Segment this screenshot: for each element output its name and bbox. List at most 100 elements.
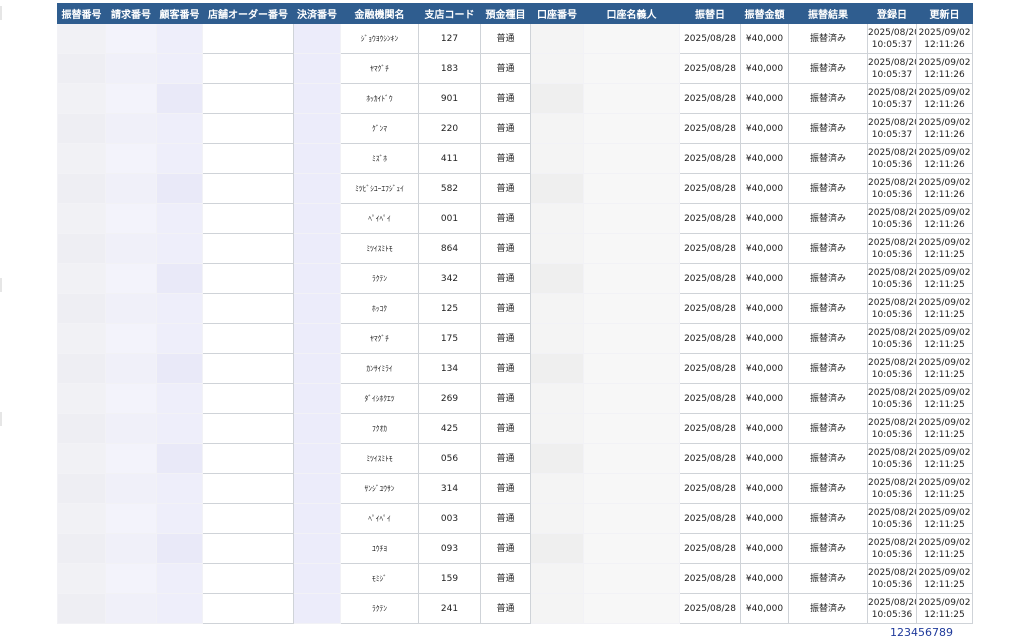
- table-row[interactable]: ﾐﾂﾋﾞｼﾕｰｴﾌｼﾞｪｲ 582 普通 2025/08/28 ¥40,000 振替済み 2…: [57, 173, 973, 204]
- table-row[interactable]: ﾀﾞｲｼﾎｸｴﾂ 269 普通 2025/08/28 ¥40,000 振替済み 2025/0…: [57, 383, 973, 414]
- registered-time: 10:05:36: [871, 459, 913, 470]
- invoice-number-cell: [105, 323, 157, 354]
- customer-number-cell: [156, 53, 203, 84]
- table-row[interactable]: ﾐﾂｲｽﾐﾄﾓ 864 普通 2025/08/28 ¥40,000 振替済み 2025/08…: [57, 233, 973, 264]
- account-holder-cell: [583, 503, 680, 534]
- transfer-number-cell: [57, 503, 106, 534]
- table-row[interactable]: ﾐｽﾞﾎ 411 普通 2025/08/28 ¥40,000 振替済み 2025/08/20…: [57, 143, 973, 174]
- invoice-number-cell: [105, 533, 157, 564]
- bank-name-cell: ﾐｽﾞﾎ: [340, 143, 419, 174]
- transfer-date-cell: 2025/08/28: [679, 563, 741, 594]
- store-order-number-cell: [202, 173, 294, 204]
- page-link-6[interactable]: 6: [925, 626, 932, 639]
- table-row[interactable]: ﾔﾏｸﾞﾁ 183 普通 2025/08/28 ¥40,000 振替済み 2025/08/2…: [57, 53, 973, 84]
- updated-date: 2025/09/02: [918, 597, 971, 608]
- bank-name-cell: ｸﾞﾝﾏ: [340, 113, 419, 144]
- table-row[interactable]: ｼﾞｮｳﾖｳｼﾝｷﾝ 127 普通 2025/08/28 ¥40,000 振替済み 2025…: [57, 23, 973, 54]
- branch-code-cell: 175: [418, 323, 481, 354]
- branch-code-header[interactable]: 支店コード: [418, 3, 481, 24]
- account-number-cell: [530, 143, 584, 174]
- store-order-number-cell: [202, 143, 294, 174]
- transfer-amount-cell: ¥40,000: [740, 53, 789, 84]
- page-link-3[interactable]: 3: [904, 626, 911, 639]
- table-row[interactable]: ﾗｸﾃﾝ 342 普通 2025/08/28 ¥40,000 振替済み 2025/08/20…: [57, 263, 973, 294]
- invoice-number-header[interactable]: 請求番号: [105, 3, 157, 24]
- transfer-amount-cell: ¥40,000: [740, 473, 789, 504]
- account-number-cell: [530, 173, 584, 204]
- updated-date: 2025/09/02: [918, 447, 971, 458]
- registered-date: 2025/08/20: [868, 357, 917, 368]
- deposit-type-cell: 普通: [480, 413, 531, 444]
- registered-time: 10:05:36: [871, 339, 913, 350]
- updated-date-cell: 2025/09/02 12:11:25: [916, 413, 973, 444]
- account-number-header[interactable]: 口座番号: [530, 3, 584, 24]
- deposit-type-header[interactable]: 預金種目: [480, 3, 531, 24]
- store-order-number-header[interactable]: 店舗オーダー番号: [202, 3, 294, 24]
- table-row[interactable]: ﾔﾏｸﾞﾁ 175 普通 2025/08/28 ¥40,000 振替済み 2025/08/2…: [57, 323, 973, 354]
- page-link-7[interactable]: 7: [932, 626, 939, 639]
- table-row[interactable]: ﾎｯｺｸ 125 普通 2025/08/28 ¥40,000 振替済み 2025/08/20…: [57, 293, 973, 324]
- table-row[interactable]: ﾎｯｶｲﾄﾞｳ 901 普通 2025/08/28 ¥40,000 振替済み 2025/08…: [57, 83, 973, 114]
- page-link-4[interactable]: 4: [911, 626, 918, 639]
- table-row[interactable]: ﾓﾐｼﾞ 159 普通 2025/08/28 ¥40,000 振替済み 2025/08/20…: [57, 563, 973, 594]
- transfer-date-header[interactable]: 振替日: [679, 3, 741, 24]
- updated-date: 2025/09/02: [918, 207, 971, 218]
- transfer-result-header[interactable]: 振替結果: [788, 3, 868, 24]
- transfer-date-cell: 2025/08/28: [679, 233, 741, 264]
- table-row[interactable]: ﾍﾟｲﾍﾟｲ 001 普通 2025/08/28 ¥40,000 振替済み 2025/08/…: [57, 203, 973, 234]
- table-row[interactable]: ｶﾝｻｲﾐﾗｲ 134 普通 2025/08/28 ¥40,000 振替済み 2025/08…: [57, 353, 973, 384]
- transfer-amount-cell: ¥40,000: [740, 173, 789, 204]
- registered-date-cell: 2025/08/20 10:05:36: [867, 473, 917, 504]
- deposit-type-cell: 普通: [480, 323, 531, 354]
- account-number-cell: [530, 383, 584, 414]
- store-order-number-cell: [202, 383, 294, 414]
- updated-date-header[interactable]: 更新日: [916, 3, 973, 24]
- account-number-cell: [530, 203, 584, 234]
- page-link-5[interactable]: 5: [918, 626, 925, 639]
- transfer-date-cell: 2025/08/28: [679, 173, 741, 204]
- deposit-type-cell: 普通: [480, 443, 531, 474]
- store-order-number-cell: [202, 473, 294, 504]
- deposit-type-cell: 普通: [480, 473, 531, 504]
- customer-number-cell: [156, 173, 203, 204]
- branch-code-cell: 001: [418, 203, 481, 234]
- table-row[interactable]: ｻﾝｼﾞﾕｳｻﾝ 314 普通 2025/08/28 ¥40,000 振替済み 2025/0…: [57, 473, 973, 504]
- updated-date-cell: 2025/09/02 12:11:26: [916, 23, 973, 54]
- transfer-amount-cell: ¥40,000: [740, 563, 789, 594]
- table-row[interactable]: ﾕｳﾁﾖ 093 普通 2025/08/28 ¥40,000 振替済み 2025/08/20…: [57, 533, 973, 564]
- page-link-9[interactable]: 9: [946, 626, 953, 639]
- pagination: 123456789: [890, 626, 953, 639]
- transfer-amount-cell: ¥40,000: [740, 203, 789, 234]
- registered-date-header[interactable]: 登録日: [867, 3, 917, 24]
- registered-date: 2025/08/20: [868, 87, 917, 98]
- account-holder-header[interactable]: 口座名義人: [583, 3, 680, 24]
- invoice-number-cell: [105, 203, 157, 234]
- store-order-number-cell: [202, 293, 294, 324]
- table-row[interactable]: ﾍﾟｲﾍﾟｲ 003 普通 2025/08/28 ¥40,000 振替済み 2025/08/…: [57, 503, 973, 534]
- transfer-number-header[interactable]: 振替番号: [57, 3, 106, 24]
- transfer-amount-header[interactable]: 振替金額: [740, 3, 789, 24]
- payment-number-cell: [293, 503, 341, 534]
- customer-number-header[interactable]: 顧客番号: [156, 3, 203, 24]
- payment-number-header[interactable]: 決済番号: [293, 3, 341, 24]
- page-link-1[interactable]: 1: [890, 626, 897, 639]
- deposit-type-cell: 普通: [480, 593, 531, 624]
- page-link-2[interactable]: 2: [897, 626, 904, 639]
- customer-number-cell: [156, 473, 203, 504]
- registered-time: 10:05:37: [871, 129, 913, 140]
- transfer-result-cell: 振替済み: [788, 293, 868, 324]
- bank-name-header[interactable]: 金融機関名: [340, 3, 419, 24]
- table-row[interactable]: ﾌｸｵｶ 425 普通 2025/08/28 ¥40,000 振替済み 2025/08/20…: [57, 413, 973, 444]
- page-link-8[interactable]: 8: [939, 626, 946, 639]
- registered-date: 2025/08/20: [868, 237, 917, 248]
- updated-date: 2025/09/02: [918, 117, 971, 128]
- registered-time: 10:05:36: [871, 189, 913, 200]
- invoice-number-cell: [105, 143, 157, 174]
- registered-date: 2025/08/20: [868, 27, 917, 38]
- table-row[interactable]: ﾗｸﾃﾝ 241 普通 2025/08/28 ¥40,000 振替済み 2025/08/20…: [57, 593, 973, 624]
- store-order-number-cell: [202, 323, 294, 354]
- transfer-result-cell: 振替済み: [788, 173, 868, 204]
- table-row[interactable]: ｸﾞﾝﾏ 220 普通 2025/08/28 ¥40,000 振替済み 2025/08/20…: [57, 113, 973, 144]
- transfer-result-cell: 振替済み: [788, 83, 868, 114]
- table-row[interactable]: ﾐﾂｲｽﾐﾄﾓ 056 普通 2025/08/28 ¥40,000 振替済み 2025/08…: [57, 443, 973, 474]
